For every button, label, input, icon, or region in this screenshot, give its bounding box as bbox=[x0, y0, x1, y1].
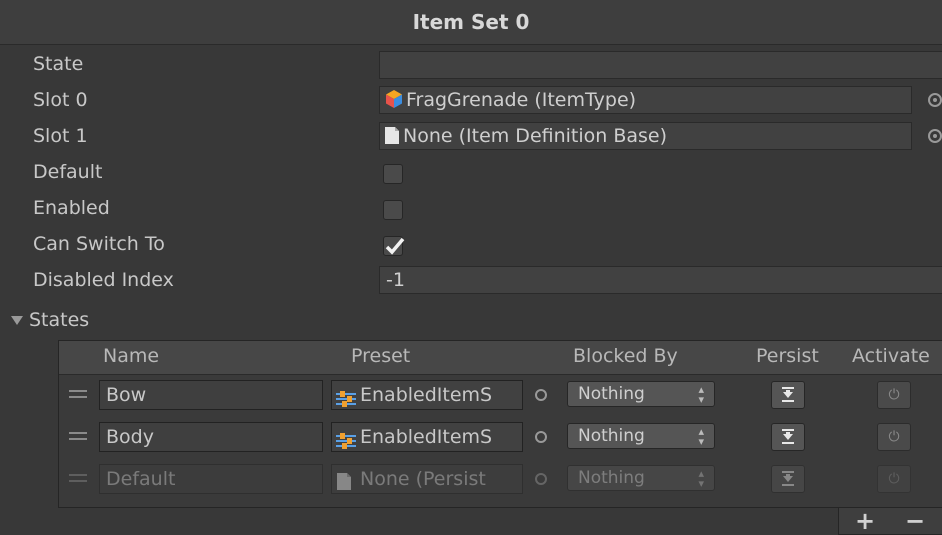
default-label: Default bbox=[33, 161, 103, 183]
can-switch-to-checkbox[interactable] bbox=[383, 236, 405, 256]
persist-download-icon bbox=[782, 429, 794, 444]
power-icon: ⏻ bbox=[888, 429, 900, 445]
slot0-value: FragGrenade (ItemType) bbox=[406, 89, 637, 111]
state-preset-field[interactable]: EnabledItemS bbox=[331, 380, 523, 410]
slot1-value: None (Item Definition Base) bbox=[403, 125, 668, 147]
state-preset-value: EnabledItemS bbox=[360, 426, 493, 448]
state-label: State bbox=[33, 53, 84, 75]
drag-handle-icon[interactable] bbox=[69, 432, 87, 442]
add-state-button[interactable]: + bbox=[855, 509, 875, 533]
column-header-name: Name bbox=[103, 345, 160, 367]
slot0-label: Slot 0 bbox=[33, 89, 88, 111]
state-row: Default None (Persist Nothing ▴ ▾ ⏻ bbox=[59, 460, 942, 498]
persist-button[interactable] bbox=[771, 381, 805, 409]
persist-download-icon bbox=[782, 387, 794, 402]
preset-sliders-icon bbox=[336, 429, 356, 451]
persist-button[interactable] bbox=[771, 423, 805, 451]
document-icon bbox=[336, 471, 352, 493]
state-row: Body EnabledItemS Nothing ▴ ▾ ⏻ bbox=[59, 418, 942, 456]
blocked-by-dropdown[interactable]: Nothing ▴ ▾ bbox=[567, 381, 715, 407]
dropdown-arrows-icon: ▴ ▾ bbox=[698, 467, 704, 490]
dropdown-arrows-icon: ▴ ▾ bbox=[698, 383, 704, 406]
remove-state-button[interactable]: − bbox=[905, 509, 925, 533]
state-preset-value: None (Persist bbox=[360, 468, 486, 490]
states-label: States bbox=[29, 309, 90, 331]
slot0-picker-icon[interactable] bbox=[928, 93, 942, 107]
blocked-by-value: Nothing bbox=[578, 384, 645, 404]
persist-download-icon bbox=[782, 471, 794, 486]
drag-handle-icon[interactable] bbox=[69, 474, 87, 484]
preset-picker-icon[interactable] bbox=[535, 473, 547, 485]
column-header-activate: Activate bbox=[852, 345, 930, 367]
slot1-label: Slot 1 bbox=[33, 125, 88, 147]
item-set-title: Item Set 0 bbox=[0, 0, 942, 45]
column-header-blocked-by: Blocked By bbox=[573, 345, 678, 367]
list-footer: + − bbox=[838, 508, 942, 535]
blocked-by-dropdown[interactable]: Nothing ▴ ▾ bbox=[567, 465, 715, 491]
document-icon bbox=[384, 126, 400, 149]
blocked-by-value: Nothing bbox=[578, 468, 645, 488]
state-preset-field[interactable]: EnabledItemS bbox=[331, 422, 523, 452]
state-row: Bow EnabledItemS Nothing ▴ ▾ ⏻ bbox=[59, 376, 942, 414]
blocked-by-dropdown[interactable]: Nothing ▴ ▾ bbox=[567, 423, 715, 449]
slot1-field[interactable]: None (Item Definition Base) bbox=[379, 122, 912, 150]
state-preset-field[interactable]: None (Persist bbox=[331, 464, 523, 494]
disabled-index-field[interactable]: -1 bbox=[379, 266, 942, 294]
foldout-triangle-icon bbox=[11, 316, 23, 325]
states-list-header: Name Preset Blocked By Persist Activate bbox=[59, 341, 942, 375]
activate-button[interactable]: ⏻ bbox=[877, 423, 911, 451]
can-switch-to-label: Can Switch To bbox=[33, 233, 165, 255]
state-name-field[interactable]: Bow bbox=[99, 380, 323, 410]
drag-handle-icon[interactable] bbox=[69, 390, 87, 400]
slot1-picker-icon[interactable] bbox=[928, 129, 942, 143]
enabled-label: Enabled bbox=[33, 197, 110, 219]
default-checkbox[interactable] bbox=[383, 164, 403, 184]
dropdown-arrows-icon: ▴ ▾ bbox=[698, 425, 704, 448]
activate-button[interactable]: ⏻ bbox=[877, 381, 911, 409]
state-name-field[interactable]: Body bbox=[99, 422, 323, 452]
item-type-cube-icon bbox=[384, 89, 404, 113]
power-icon: ⏻ bbox=[888, 471, 900, 487]
state-field[interactable] bbox=[379, 51, 942, 79]
states-list: Name Preset Blocked By Persist Activate … bbox=[58, 340, 942, 508]
disabled-index-label: Disabled Index bbox=[33, 269, 174, 291]
blocked-by-value: Nothing bbox=[578, 426, 645, 446]
preset-sliders-icon bbox=[336, 387, 356, 409]
preset-picker-icon[interactable] bbox=[535, 389, 547, 401]
state-name-field[interactable]: Default bbox=[99, 464, 323, 494]
enabled-checkbox[interactable] bbox=[383, 200, 403, 220]
checkmark-icon bbox=[385, 237, 405, 255]
states-foldout[interactable]: States bbox=[11, 309, 89, 331]
power-icon: ⏻ bbox=[888, 387, 900, 403]
persist-button[interactable] bbox=[771, 465, 805, 493]
slot0-field[interactable]: FragGrenade (ItemType) bbox=[379, 86, 912, 114]
state-preset-value: EnabledItemS bbox=[360, 384, 493, 406]
activate-button[interactable]: ⏻ bbox=[877, 465, 911, 493]
preset-picker-icon[interactable] bbox=[535, 431, 547, 443]
column-header-persist: Persist bbox=[756, 345, 819, 367]
column-header-preset: Preset bbox=[351, 345, 411, 367]
